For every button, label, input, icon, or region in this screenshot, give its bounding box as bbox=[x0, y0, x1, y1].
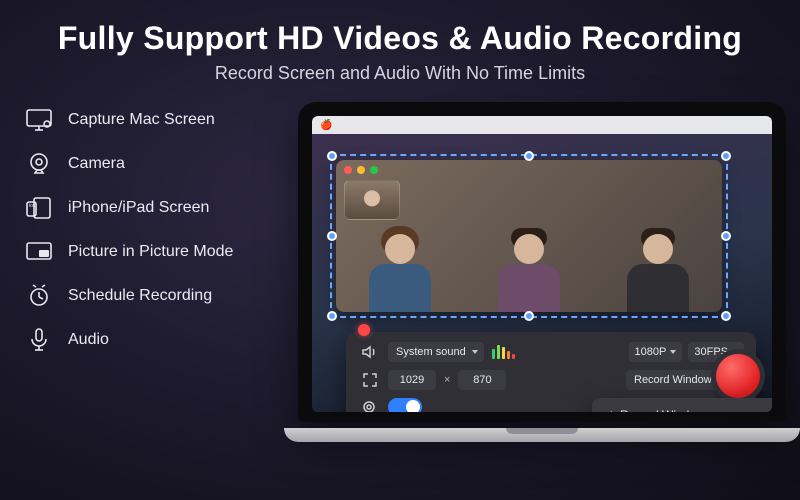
camera-toggle[interactable] bbox=[388, 398, 422, 412]
picture-in-picture-icon bbox=[24, 240, 54, 264]
feature-label: Audio bbox=[68, 331, 109, 349]
width-input[interactable]: 1029 bbox=[388, 370, 436, 390]
clock-icon bbox=[24, 284, 54, 308]
resize-handle[interactable] bbox=[524, 151, 534, 161]
audio-level-meter bbox=[492, 345, 515, 359]
mac-screen: 🍎 bbox=[312, 116, 772, 412]
resize-handle[interactable] bbox=[327, 151, 337, 161]
resize-handle[interactable] bbox=[721, 231, 731, 241]
svg-text:ios: ios bbox=[29, 203, 36, 209]
mac-desktop: System sound 1080P 30FPS bbox=[312, 134, 772, 412]
feature-pip: Picture in Picture Mode bbox=[24, 240, 264, 264]
dimension-separator: × bbox=[444, 374, 450, 386]
resize-handle[interactable] bbox=[327, 311, 337, 321]
menu-item-record-window[interactable]: ✓ Record Window Record a specific window… bbox=[604, 408, 772, 412]
record-mode-menu: ✓ Record Window Record a specific window… bbox=[592, 398, 772, 412]
resize-handle[interactable] bbox=[327, 231, 337, 241]
apple-icon: 🍎 bbox=[320, 120, 332, 131]
monitor-record-icon bbox=[24, 108, 54, 132]
speaker-icon bbox=[360, 345, 380, 359]
feature-camera: Camera bbox=[24, 152, 264, 176]
laptop-base bbox=[284, 428, 800, 442]
audio-source-dropdown[interactable]: System sound bbox=[388, 342, 484, 362]
feature-list: Capture Mac Screen Camera ios iPhone/iPa… bbox=[24, 108, 264, 352]
menu-item-title: Record Window bbox=[620, 408, 705, 412]
check-icon: ✓ bbox=[604, 408, 614, 412]
feature-capture-screen: Capture Mac Screen bbox=[24, 108, 264, 132]
resolution-dropdown[interactable]: 1080P bbox=[629, 342, 683, 362]
feature-label: Schedule Recording bbox=[68, 287, 212, 305]
microphone-icon bbox=[24, 328, 54, 352]
feature-label: Camera bbox=[68, 155, 125, 173]
mac-menubar: 🍎 bbox=[312, 116, 772, 134]
resize-handle[interactable] bbox=[721, 151, 731, 161]
camera-icon bbox=[360, 400, 380, 412]
record-button[interactable] bbox=[716, 354, 760, 398]
laptop-mockup: 🍎 bbox=[284, 102, 800, 462]
hero-title: Fully Support HD Videos & Audio Recordin… bbox=[0, 0, 800, 57]
resize-handle[interactable] bbox=[524, 311, 534, 321]
ios-device-icon: ios bbox=[24, 196, 54, 220]
feature-iphone-ipad: ios iPhone/iPad Screen bbox=[24, 196, 264, 220]
resize-handle[interactable] bbox=[721, 311, 731, 321]
hero-subtitle: Record Screen and Audio With No Time Lim… bbox=[0, 63, 800, 84]
capture-area-selection[interactable] bbox=[330, 154, 728, 318]
fullscreen-icon bbox=[360, 373, 380, 387]
webcam-icon bbox=[24, 152, 54, 176]
feature-audio: Audio bbox=[24, 328, 264, 352]
height-input[interactable]: 870 bbox=[458, 370, 506, 390]
feature-label: Picture in Picture Mode bbox=[68, 243, 233, 261]
feature-schedule: Schedule Recording bbox=[24, 284, 264, 308]
feature-label: Capture Mac Screen bbox=[68, 111, 215, 129]
recording-indicator-icon bbox=[358, 324, 370, 336]
feature-label: iPhone/iPad Screen bbox=[68, 199, 209, 217]
